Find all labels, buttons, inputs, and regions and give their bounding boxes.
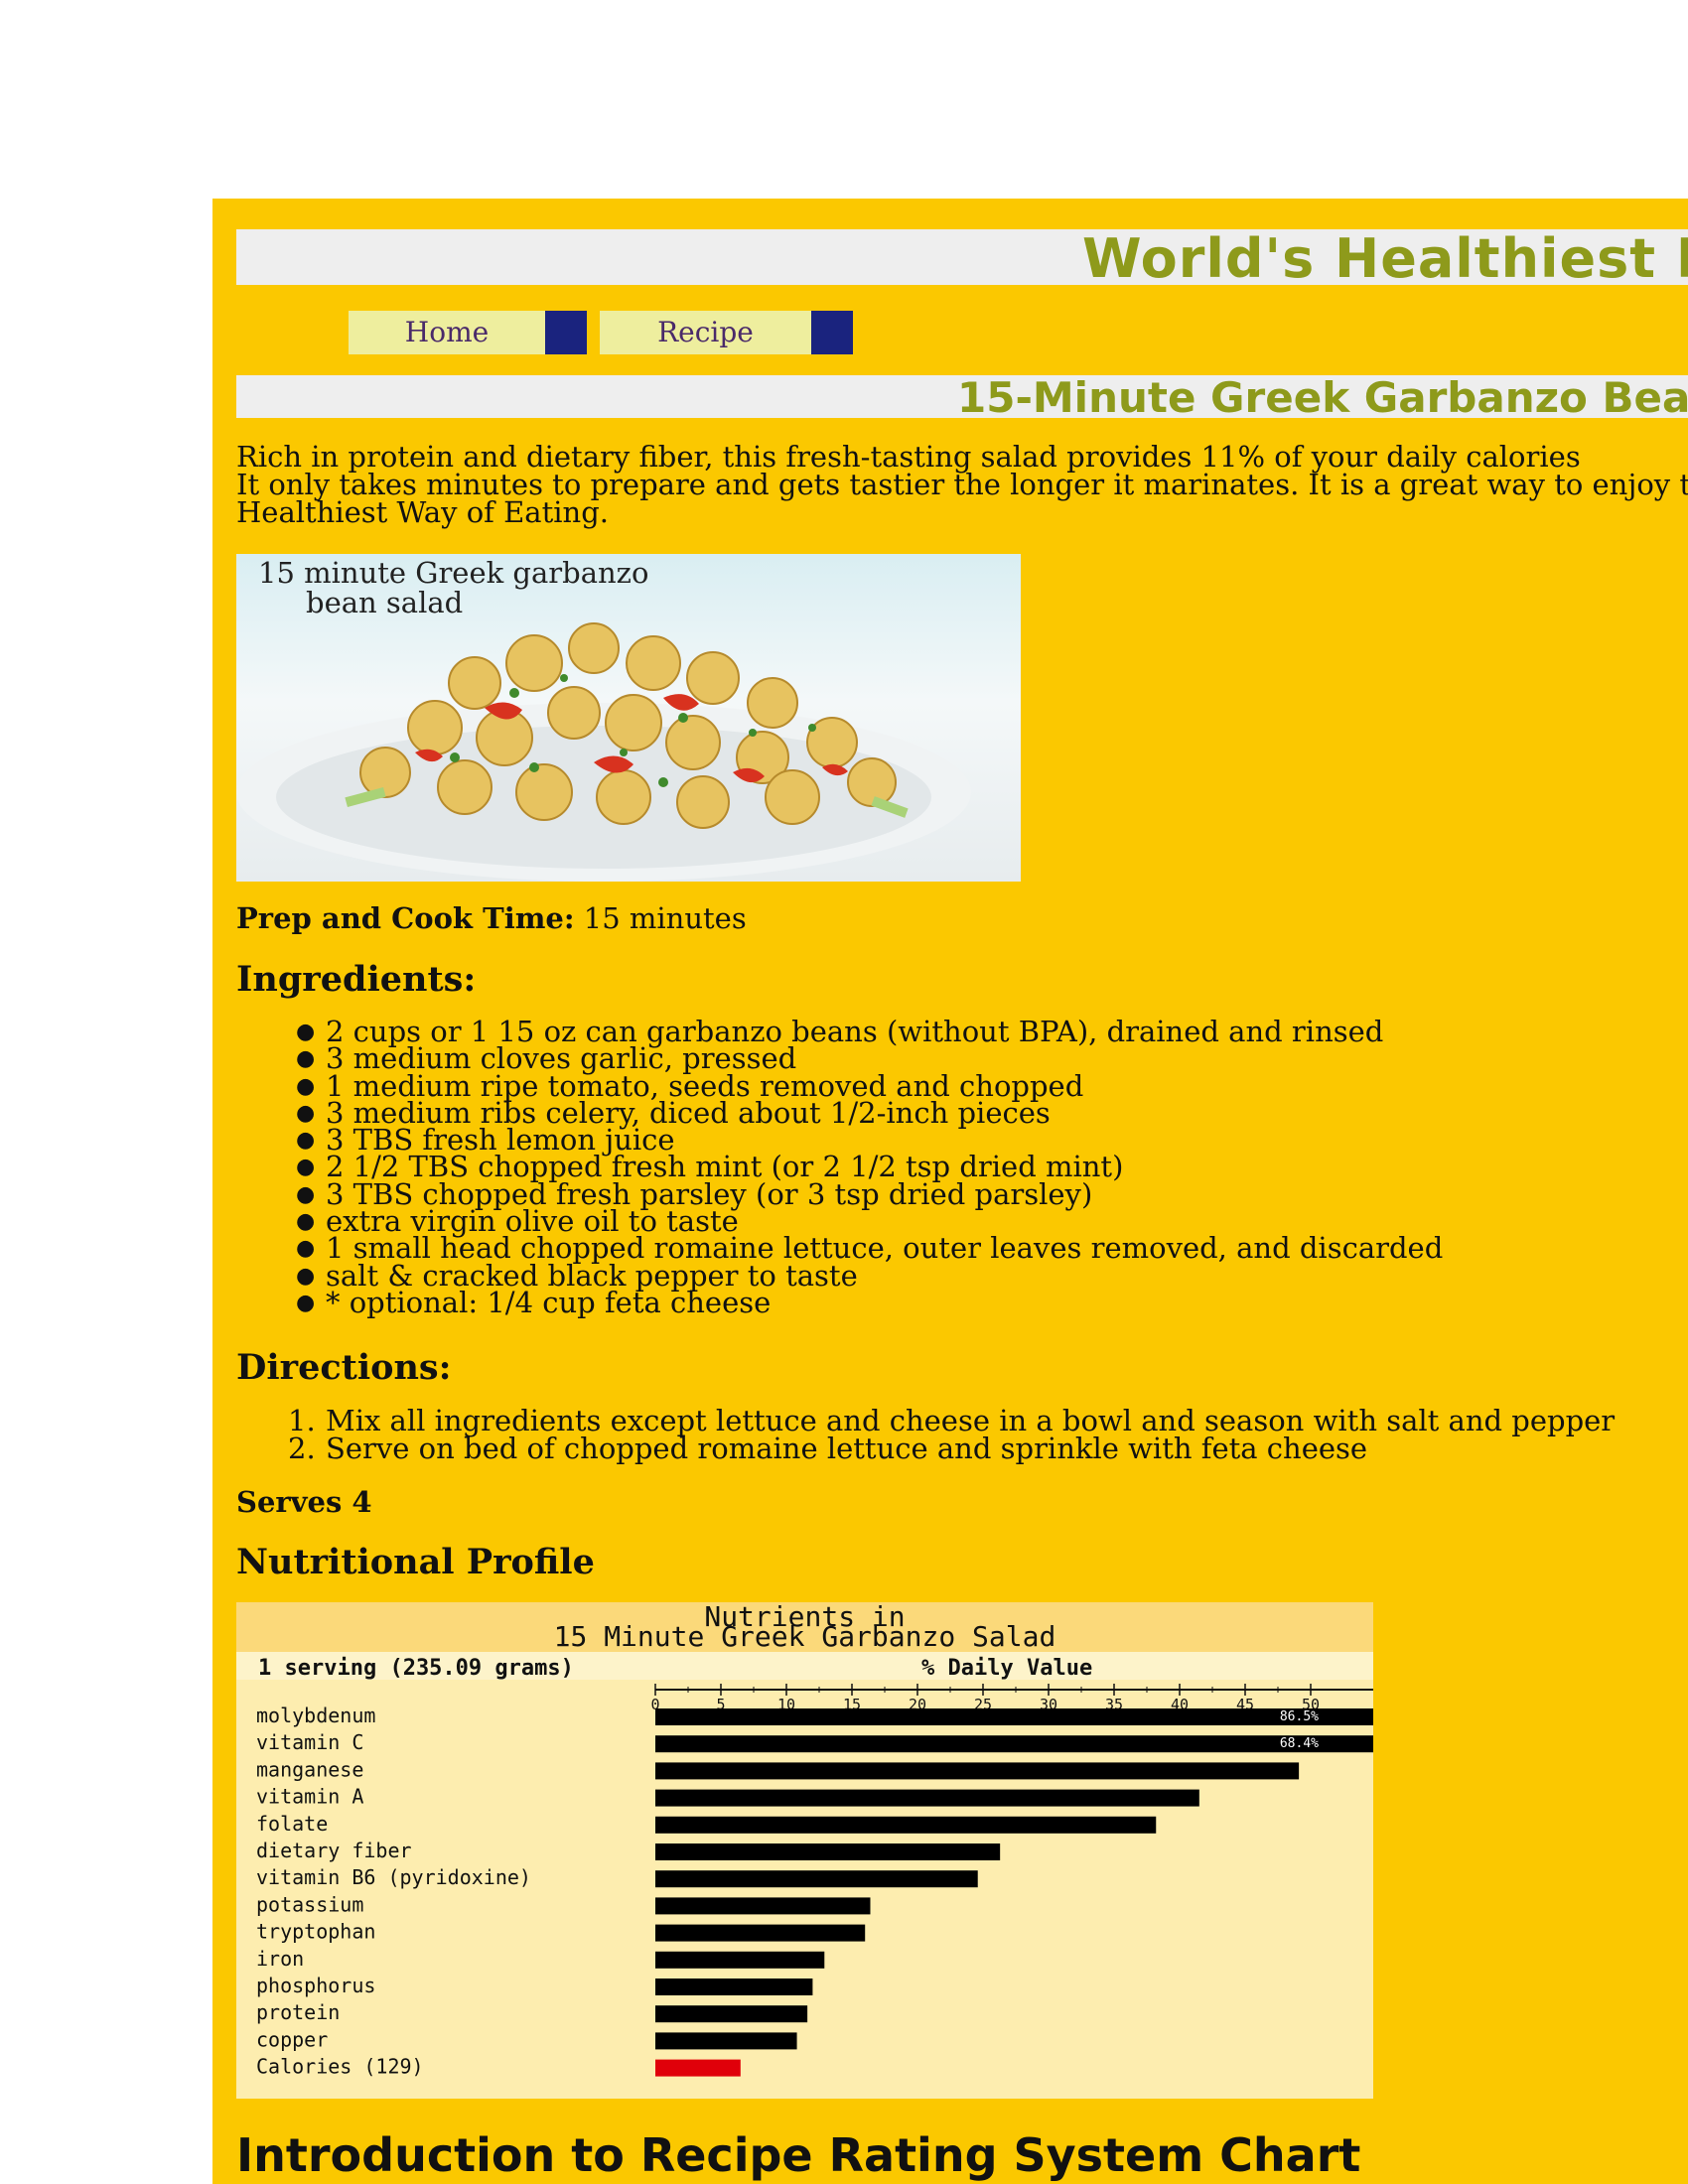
intro-line: Healthiest Way of Eating. [236,495,609,529]
nutrition-heading: Nutritional Profile [236,1542,595,1582]
nutrient-label: vitamin C [256,1730,363,1754]
nav-home-block [545,311,587,354]
bar-value-label: 86.5% [1280,1709,1319,1724]
nutrient-chart: Nutrients in 15 Minute Greek Garbanzo Sa… [236,1602,1373,2099]
nutrient-label: potassium [256,1892,363,1916]
direction-number: 2. [288,1431,316,1465]
nutrient-bar [655,1897,871,1915]
bullet-icon: ● [296,1100,316,1126]
nutrient-bar [655,1735,1373,1753]
bullet-icon: ● [296,1155,316,1180]
direction-text: Serve on bed of chopped romaine lettuce … [326,1431,1368,1465]
bullet-icon: ● [296,1181,316,1207]
ingredient-text: * optional: 1/4 cup feta cheese [326,1285,772,1319]
bar-value-label: 68.4% [1280,1736,1319,1751]
nutrient-bar [655,2059,741,2077]
nutrient-bar [655,1762,1300,1780]
bullet-icon: ● [296,1236,316,1262]
bullet-icon: ● [296,1020,316,1044]
nutrient-bar [655,1924,866,1942]
nutrient-bar [655,1979,813,1995]
recipe-photo: 15 minute Greek garbanzo bean salad [236,554,1021,882]
nutrient-bar [655,1789,1199,1807]
nutrient-label: iron [256,1947,304,1971]
direction-number: 1. [288,1404,316,1437]
nutrient-label: molybdenum [256,1704,375,1727]
photo-caption-line: 15 minute Greek garbanzo [258,556,649,590]
bullet-icon: ● [296,1046,316,1072]
ingredient-item: ● * optional: 1/4 cup feta cheese [236,1288,1688,1316]
photo-caption-line: bean salad [306,586,464,619]
site-title: World's Healthiest Foods [1082,229,1688,285]
nutrient-label: folate [256,1812,328,1836]
photo-caption: 15 minute Greek garbanzo bean salad [258,558,648,617]
serves-count: Serves 4 [236,1485,372,1519]
next-section-heading: Introduction to Recipe Rating System Cha… [236,2128,1361,2182]
prep-time: Prep and Cook Time: 15 minutes [236,901,747,935]
nutrient-label: dietary fiber [256,1839,412,1862]
nav-recipe-label[interactable]: Recipe [600,311,811,354]
intro-line: Rich in protein and dietary fiber, this … [236,440,1581,474]
nutrient-bar [655,1843,1001,1860]
prep-time-label: Prep and Cook Time: [236,901,575,935]
nutrient-bar [655,1951,825,1969]
recipe-title: 15-Minute Greek Garbanzo Bean Salad [957,375,1688,418]
nutrient-bar [655,2032,797,2050]
bullet-icon: ● [296,1073,316,1099]
nutrient-label: Calories (129) [256,2055,424,2079]
nutrient-label: protein [256,2000,340,2024]
prep-time-value: 15 minutes [583,901,747,935]
nutrient-bar [655,1708,1373,1725]
nutrient-label: phosphorus [256,1974,375,1997]
nutrient-label: vitamin A [256,1785,363,1809]
site-title-bar: World's Healthiest Foods [236,229,1688,285]
nutrient-label: copper [256,2027,328,2051]
nutrient-bar [655,2005,808,2023]
ingredients-heading: Ingredients: [236,959,477,1000]
directions-heading: Directions: [236,1347,452,1388]
nutrient-bar [655,1870,978,1888]
nutrient-label: tryptophan [256,1920,375,1944]
intro-line: It only takes minutes to prepare and get… [236,468,1688,501]
directions-list: 1. Mix all ingredients except lettuce and… [236,1404,1688,1465]
page: World's Healthiest Foods Home Recipe 15-… [212,199,1688,2184]
nav-recipe-block [811,311,853,354]
nutrient-label: manganese [256,1757,363,1781]
nutrient-label: vitamin B6 (pyridoxine) [256,1865,531,1889]
direction-item: 2. Serve on bed of chopped romaine lettuc… [236,1431,1688,1465]
recipe-intro: Rich in protein and dietary fiber, this … [236,440,1688,529]
nav-home-label[interactable]: Home [349,311,545,354]
nutrient-bar [655,1816,1157,1834]
bullet-icon: ● [296,1209,316,1235]
chart-plot: 0 5 10 15 20 25 30 35 40 45 50molybdenum 86.5%vitam… [256,1684,1373,2079]
bullet-icon: ● [296,1290,316,1315]
ingredients-list: ● 2 cups or 1 15 oz can garbanzo beans (w… [236,1018,1688,1317]
bullet-icon: ● [296,1128,316,1154]
recipe-title-bar: 15-Minute Greek Garbanzo Bean Salad [236,375,1688,418]
bullet-icon: ● [296,1263,316,1289]
